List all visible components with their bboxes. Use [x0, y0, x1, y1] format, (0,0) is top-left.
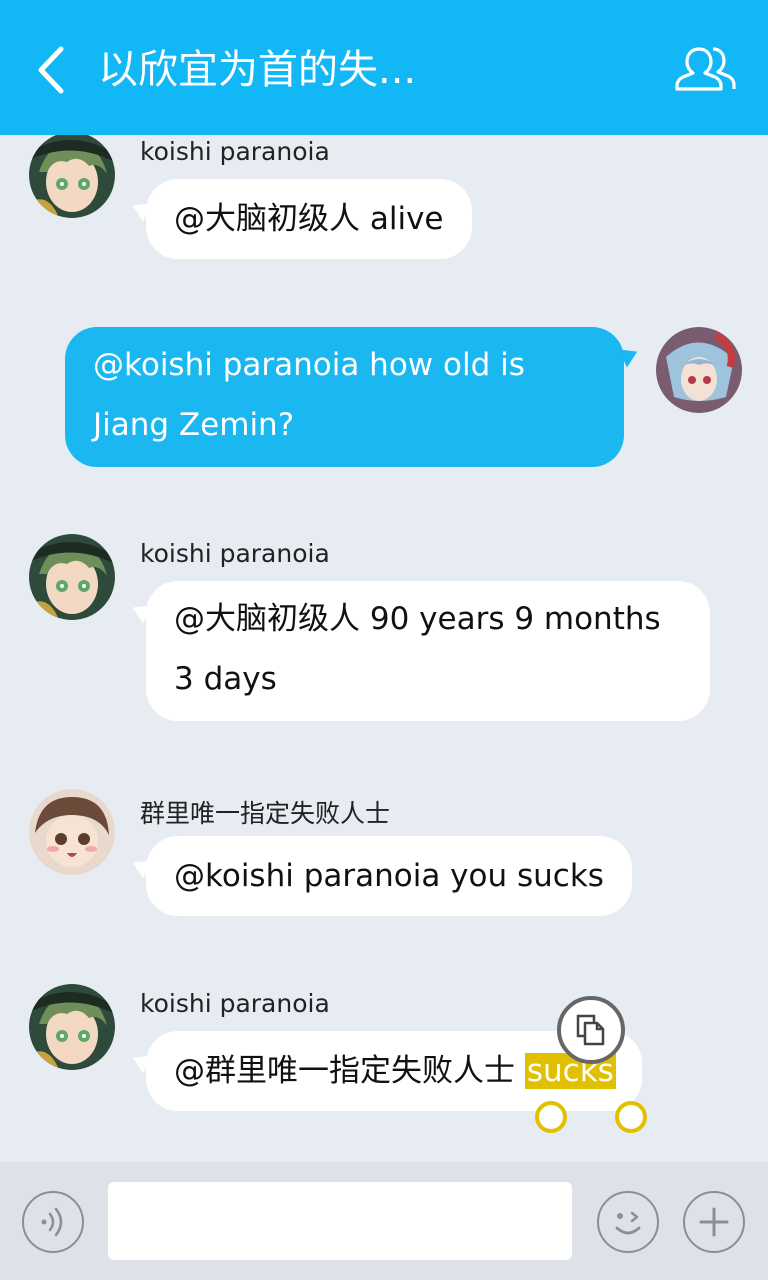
- message-list[interactable]: koishi paranoia @大脑初级人 alive @koishi par…: [0, 135, 768, 1162]
- message-text: @群里唯一指定失败人士: [174, 1053, 525, 1089]
- selection-start-handle[interactable]: [535, 1101, 567, 1133]
- chevron-left-icon: [38, 46, 64, 94]
- chat-header: 以欣宜为首的失...: [0, 0, 768, 135]
- chat-title: 以欣宜为首的失...: [98, 47, 417, 93]
- selection-end-handle[interactable]: [615, 1101, 647, 1133]
- message-bubble-outgoing[interactable]: @koishi paranoia how old is Jiang Zemin?: [65, 327, 624, 467]
- sender-name: koishi paranoia: [140, 539, 330, 568]
- voice-button[interactable]: [22, 1191, 84, 1253]
- group-members-icon: [675, 47, 736, 91]
- sender-name: koishi paranoia: [140, 137, 330, 166]
- copy-icon: [576, 1014, 605, 1046]
- copy-button[interactable]: [557, 996, 625, 1064]
- message-text: @大脑初级人 alive: [174, 201, 444, 237]
- avatar-member[interactable]: [29, 789, 115, 875]
- back-button[interactable]: [22, 38, 78, 102]
- emoji-button[interactable]: [597, 1191, 659, 1253]
- sender-name: koishi paranoia: [140, 989, 330, 1018]
- message-text: @大脑初级人 90 years 9 months 3 days: [174, 601, 661, 697]
- avatar-koishi[interactable]: [29, 984, 115, 1070]
- avatar-koishi[interactable]: [29, 135, 115, 218]
- input-bar: [0, 1162, 768, 1280]
- message-text: @koishi paranoia how old is Jiang Zemin?: [93, 347, 525, 443]
- voice-icon: [41, 1207, 63, 1237]
- message-bubble[interactable]: @koishi paranoia you sucks: [146, 836, 632, 916]
- message-text: @koishi paranoia you sucks: [174, 858, 604, 894]
- group-members-button[interactable]: [672, 40, 744, 96]
- avatar-koishi[interactable]: [29, 534, 115, 620]
- more-plus-button[interactable]: [683, 1191, 745, 1253]
- message-bubble[interactable]: @大脑初级人 alive: [146, 179, 472, 259]
- message-bubble[interactable]: @大脑初级人 90 years 9 months 3 days: [146, 581, 710, 721]
- message-input[interactable]: [108, 1182, 572, 1260]
- emoji-icon: [615, 1211, 641, 1235]
- plus-icon: [699, 1207, 729, 1237]
- avatar-self[interactable]: [656, 327, 742, 413]
- sender-name: 群里唯一指定失败人士: [140, 799, 391, 828]
